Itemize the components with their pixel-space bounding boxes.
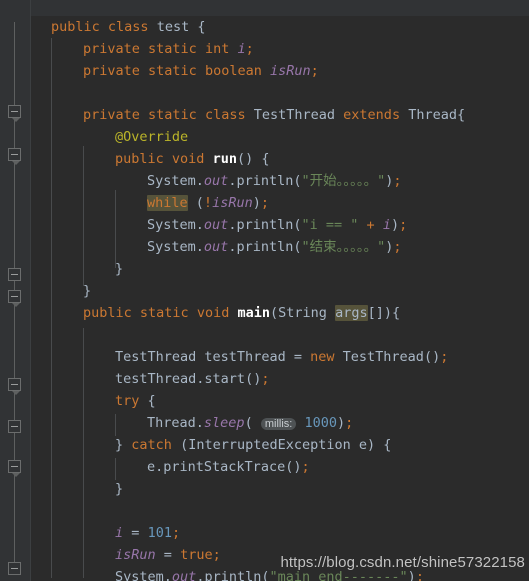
code-editor-screenshot: public class test { private static int i…: [0, 0, 529, 581]
indent-guide: [115, 414, 116, 436]
code-line[interactable]: public class test {: [51, 16, 206, 38]
fold-rail: [14, 118, 15, 148]
code-line[interactable]: while (!isRun);: [147, 192, 269, 214]
fold-rail: [14, 22, 15, 110]
fold-marker-method-run[interactable]: [8, 148, 21, 161]
fold-rail: [14, 433, 15, 461]
fold-rail: [14, 391, 15, 421]
code-line[interactable]: public void run() {: [115, 148, 269, 170]
code-line[interactable]: System.out.println("i == " + i);: [147, 214, 407, 236]
class-name: test: [156, 19, 190, 35]
code-line[interactable]: testThread.start();: [115, 368, 269, 390]
code-line[interactable]: }: [83, 280, 91, 302]
code-line[interactable]: System.out.println("结束。。。。。");: [147, 236, 402, 258]
fold-marker-block-2[interactable]: [8, 460, 21, 473]
code-line[interactable]: Thread.sleep( millis: 1000);: [147, 412, 353, 434]
fold-rail: [14, 473, 15, 563]
fold-rail: [14, 303, 15, 379]
editor-code-area[interactable]: public class test { private static int i…: [31, 16, 529, 581]
highlighted-token-while: while: [147, 195, 188, 211]
editor-top-strip: [0, 0, 529, 17]
code-line[interactable]: isRun = true;: [115, 544, 221, 566]
fold-marker-last[interactable]: [8, 562, 21, 575]
code-line[interactable]: System.out.println("开始。。。。。");: [147, 170, 402, 192]
code-line[interactable]: try {: [115, 390, 156, 412]
method-name-main: main: [237, 305, 271, 321]
code-line[interactable]: public static void main(String args[]){: [83, 302, 400, 324]
indent-guide: [51, 38, 52, 578]
highlighted-token-args: args: [335, 305, 368, 321]
fold-marker-method-main[interactable]: [8, 290, 21, 303]
indent-guide: [115, 458, 116, 480]
indent-guide: [83, 328, 84, 578]
fold-marker-class-testthread[interactable]: [8, 105, 21, 118]
editor-gutter[interactable]: [0, 0, 30, 581]
csdn-watermark: https://blog.csdn.net/shine57322158: [280, 554, 525, 571]
code-line[interactable]: }: [115, 478, 123, 500]
code-line[interactable]: i = 101;: [115, 522, 180, 544]
code-line[interactable]: } catch (InterruptedException e) {: [115, 434, 391, 456]
code-line[interactable]: TestThread testThread = new TestThread()…: [115, 346, 448, 368]
code-line[interactable]: private static class TestThread extends …: [83, 104, 465, 126]
method-name-run: run: [212, 151, 237, 167]
fold-marker-catch-block[interactable]: [8, 420, 21, 433]
fold-marker-block[interactable]: [8, 268, 21, 281]
indent-guide: [115, 190, 116, 268]
fold-rail: [14, 161, 15, 275]
fold-marker-try-block[interactable]: [8, 378, 21, 391]
code-line[interactable]: }: [115, 258, 123, 280]
annotation-override: @Override: [115, 129, 189, 145]
code-line[interactable]: private static boolean isRun;: [83, 60, 319, 82]
code-line[interactable]: @Override: [115, 126, 188, 148]
code-line[interactable]: private static int i;: [83, 38, 254, 60]
inlay-hint-millis[interactable]: millis:: [260, 418, 297, 430]
indent-guide: [83, 146, 84, 286]
code-line[interactable]: e.printStackTrace();: [147, 456, 310, 478]
